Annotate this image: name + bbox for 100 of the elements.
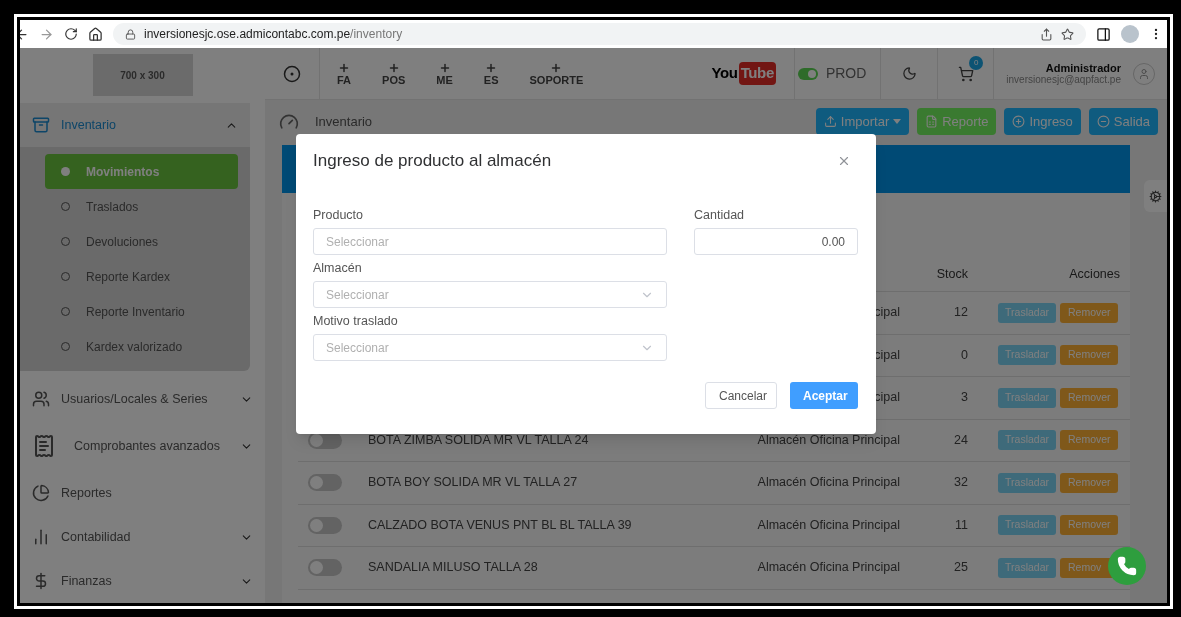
target-icon[interactable]	[283, 64, 301, 83]
column-header: Stock	[935, 266, 968, 284]
submenu-item[interactable]: Reporte Kardex	[45, 259, 238, 294]
placeholder-label: 700 x 300	[120, 68, 165, 83]
moon-icon[interactable]	[901, 66, 917, 81]
environment-toggle[interactable]	[797, 67, 818, 80]
modal-title: Ingreso de producto al almacén	[313, 150, 552, 173]
settings-tab[interactable]	[1144, 180, 1167, 212]
field-label: Motivo traslado	[313, 313, 399, 330]
lock-icon	[125, 28, 136, 40]
toolbar-button[interactable]: Ingreso	[1004, 108, 1081, 135]
url-text: inversionesjc.ose.admicontabc.com.pe/inventory	[144, 26, 403, 43]
warehouse-name: Almacén Oficina Principal	[757, 517, 900, 532]
cancel-button[interactable]: Cancelar	[705, 382, 777, 409]
environment-label: PROD	[825, 64, 867, 83]
sidebar-item[interactable]: Finanzas	[20, 559, 265, 603]
product-name: CALZADO BOTA VENUS PNT BL BL TALLA 39	[368, 517, 632, 532]
warehouse-name: Almacén Oficina Principal	[757, 560, 900, 575]
breadcrumb: Inventario	[315, 112, 373, 131]
remove-button[interactable]: Remover	[1060, 430, 1118, 451]
remove-button[interactable]: Remover	[1060, 345, 1118, 366]
stock-value: 11	[955, 517, 968, 532]
forward-icon[interactable]	[39, 26, 54, 42]
toolbar-button[interactable]: Importar	[815, 108, 910, 135]
plus-circle-icon	[1012, 115, 1026, 128]
stock-value: 32	[954, 475, 968, 490]
plus-icon	[387, 61, 400, 74]
row-toggle[interactable]	[308, 474, 342, 492]
sidebar-item[interactable]: Inventario	[20, 103, 250, 147]
sidebar-item[interactable]: Comprobantes avanzados	[20, 421, 265, 471]
product-name: BOTA ZIMBA SOLIDA MR VL TALLA 24	[368, 432, 589, 447]
submenu-item[interactable]: Kardex valorizado	[45, 329, 238, 364]
move-button[interactable]: Trasladar	[998, 515, 1056, 536]
move-button[interactable]: Trasladar	[998, 472, 1056, 493]
star-icon[interactable]	[1061, 27, 1074, 41]
move-button[interactable]: Trasladar	[998, 302, 1056, 323]
sidebar-item[interactable]: Contabilidad	[20, 515, 265, 559]
toolbar-button[interactable]: Reporte	[917, 108, 997, 135]
remove-button[interactable]: Remover	[1060, 387, 1118, 408]
remove-button[interactable]: Remover	[1060, 515, 1118, 536]
sidebar-item[interactable]: Usuarios/Locales & Series	[20, 377, 265, 421]
stock-value: 12	[954, 305, 968, 320]
cart-badge: 0	[969, 56, 984, 70]
bullet-icon	[61, 167, 70, 176]
share-icon[interactable]	[1040, 27, 1053, 41]
move-button[interactable]: Trasladar	[998, 430, 1056, 451]
warehouse-name: Almacén Oficina Principal	[757, 475, 900, 490]
shortcut-button[interactable]: SOPORTE	[529, 61, 584, 86]
cart-icon[interactable]	[957, 65, 974, 82]
sidebar-item[interactable]: Reportes	[20, 471, 265, 515]
submenu-item[interactable]: Traslados	[45, 189, 238, 224]
move-button[interactable]: Trasladar	[998, 345, 1056, 366]
side-panel-icon[interactable]	[1096, 26, 1111, 42]
bar-chart-icon	[32, 528, 50, 546]
remove-button[interactable]: Remover	[1060, 472, 1118, 493]
accept-button[interactable]: Aceptar	[790, 382, 858, 409]
caret-icon	[893, 119, 902, 124]
archive-icon	[32, 116, 50, 134]
stock-value: 24	[954, 432, 968, 447]
shortcut-button[interactable]: ME	[436, 61, 453, 86]
product-name: BOTA BOY SOLIDA MR VL TALLA 27	[368, 475, 578, 490]
close-icon[interactable]	[837, 154, 851, 168]
stock-value: 0	[961, 347, 968, 362]
user-icon	[1138, 67, 1150, 80]
home-icon[interactable]	[88, 26, 103, 42]
submenu-item[interactable]: Movimientos	[45, 154, 238, 189]
row-toggle[interactable]	[308, 516, 342, 534]
select-field[interactable]: Seleccionar	[313, 334, 667, 361]
phone-icon	[1117, 556, 1137, 576]
settings-icon	[1149, 189, 1162, 203]
column-header: Acciones	[1068, 266, 1120, 284]
user-email: inversionesjc@aqpfact.pe	[1006, 73, 1121, 86]
quantity-field[interactable]: 0.00	[694, 228, 858, 255]
move-button[interactable]: Trasladar	[998, 557, 1056, 578]
toolbar-button[interactable]: Salida	[1088, 108, 1158, 135]
pie-chart-icon	[32, 484, 50, 502]
plus-icon	[550, 61, 563, 74]
address-bar[interactable]: inversionesjc.ose.admicontabc.com.pe/inventory	[113, 23, 1086, 45]
field-label: Cantidad	[694, 207, 746, 224]
field-label: Almacén	[313, 260, 363, 277]
plus-icon	[338, 61, 351, 74]
field-label: Producto	[313, 207, 365, 224]
reload-icon[interactable]	[64, 27, 78, 41]
remove-button[interactable]: Remover	[1060, 302, 1118, 323]
move-button[interactable]: Trasladar	[998, 387, 1056, 408]
users-icon	[32, 390, 50, 408]
row-toggle[interactable]	[308, 559, 342, 577]
user-name: Administrador	[1045, 61, 1121, 74]
submenu-item[interactable]: Reporte Inventario	[45, 294, 238, 329]
minus-circle-icon	[1096, 115, 1110, 128]
submenu-item[interactable]: Devoluciones	[45, 224, 238, 259]
stock-value: 25	[954, 560, 968, 575]
product-name: SANDALIA MILUSO TALLA 28	[368, 560, 538, 575]
shortcut-button[interactable]: POS	[382, 61, 406, 86]
plus-icon	[485, 61, 498, 74]
shortcut-button[interactable]: FA	[337, 61, 352, 86]
select-field[interactable]: Seleccionar	[313, 281, 667, 308]
shortcut-button[interactable]: ES	[483, 61, 499, 86]
input-field[interactable]: Seleccionar	[313, 228, 667, 255]
plus-icon	[438, 61, 451, 74]
